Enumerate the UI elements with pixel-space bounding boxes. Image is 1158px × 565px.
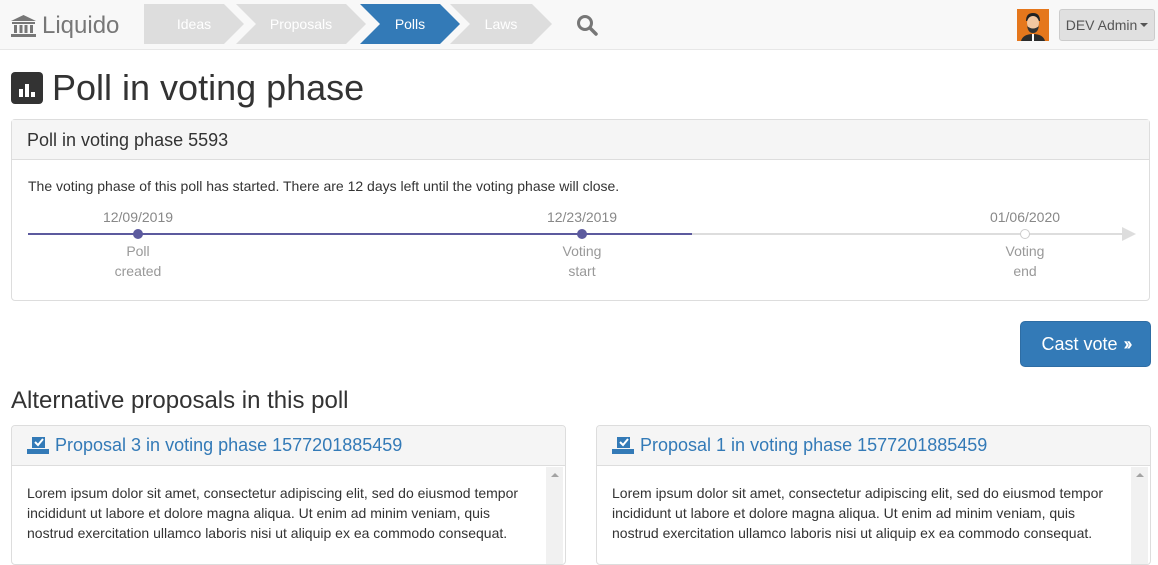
timeline-label-line: Voting [562, 243, 602, 259]
proposal-title: Proposal 1 in voting phase 1577201885459 [640, 435, 988, 455]
proposal-title: Proposal 3 in voting phase 1577201885459 [55, 435, 403, 455]
avatar[interactable] [1017, 9, 1049, 41]
scrollbar[interactable] [1131, 467, 1148, 564]
nav-step-label: Laws [484, 16, 518, 32]
bar-chart-icon [11, 72, 43, 104]
timeline-remaining [692, 233, 1122, 235]
timeline-label: Voting start [532, 241, 632, 281]
timeline-date: 01/06/2020 [989, 209, 1061, 225]
proposal-card: Proposal 1 in voting phase 1577201885459… [596, 425, 1151, 565]
poll-status-text: The voting phase of this poll has starte… [28, 178, 620, 194]
timeline-date: 12/09/2019 [102, 209, 174, 225]
nav-step-ideas[interactable]: Ideas [144, 4, 244, 44]
timeline-label-line: created [114, 263, 162, 279]
ballot-check-icon [27, 436, 49, 454]
poll-timeline: 12/09/2019 Poll created 12/23/2019 Votin… [28, 209, 1148, 285]
timeline-arrow-icon [1122, 227, 1136, 241]
user-avatar-icon [1017, 9, 1049, 41]
brand-link[interactable]: Liquido [11, 12, 119, 40]
scroll-up-icon[interactable] [1136, 473, 1144, 477]
ballot-check-icon [612, 436, 634, 454]
cast-vote-label: Cast vote [1041, 333, 1118, 354]
timeline-dot [1020, 229, 1030, 239]
search-icon[interactable] [576, 14, 598, 36]
nav-step-label: Ideas [176, 16, 212, 32]
scroll-up-icon[interactable] [551, 473, 559, 477]
timeline-label-line: start [568, 263, 596, 279]
proposal-title-link[interactable]: Proposal 3 in voting phase 1577201885459 [12, 426, 565, 466]
poll-panel: Poll in voting phase 5593 The voting pha… [11, 119, 1150, 301]
user-menu-button[interactable]: DEV Admin [1059, 9, 1155, 41]
page-title-text: Poll in voting phase [52, 67, 365, 108]
nav-step-polls[interactable]: Polls [360, 4, 460, 44]
brand-name: Liquido [42, 12, 120, 39]
nav-step-label: Polls [394, 16, 426, 32]
nav-step-laws[interactable]: Laws [450, 4, 552, 44]
user-name: DEV Admin [1065, 17, 1138, 33]
timeline-dot [577, 229, 587, 239]
proposal-card: Proposal 3 in voting phase 1577201885459… [11, 425, 566, 565]
nav-step-proposals[interactable]: Proposals [236, 4, 366, 44]
navbar: Liquido Ideas Proposals Polls Laws DEV A… [0, 0, 1158, 50]
timeline-label-line: Voting [1005, 243, 1045, 259]
alternatives-title: Alternative proposals in this poll [11, 387, 349, 414]
caret-down-icon [1140, 23, 1149, 27]
timeline-date: 12/23/2019 [546, 209, 618, 225]
timeline-progress [28, 233, 692, 235]
double-chevron-right-icon: ›› [1123, 333, 1133, 354]
timeline-label-line: Poll [126, 243, 150, 259]
timeline-label: Voting end [975, 241, 1075, 281]
cast-vote-button[interactable]: Cast vote ›› [1020, 321, 1151, 367]
timeline-dot [133, 229, 143, 239]
bank-icon [11, 15, 36, 37]
proposal-title-link[interactable]: Proposal 1 in voting phase 1577201885459 [597, 426, 1150, 466]
proposal-body: Lorem ipsum dolor sit amet, consectetur … [27, 485, 519, 541]
poll-heading: Poll in voting phase 5593 [12, 120, 1149, 160]
proposal-body: Lorem ipsum dolor sit amet, consectetur … [612, 485, 1104, 541]
timeline-label-line: end [1013, 263, 1037, 279]
page-title: Poll in voting phase [11, 67, 365, 108]
nav-step-label: Proposals [269, 16, 333, 32]
scrollbar[interactable] [546, 467, 563, 564]
timeline-label: Poll created [88, 241, 188, 281]
